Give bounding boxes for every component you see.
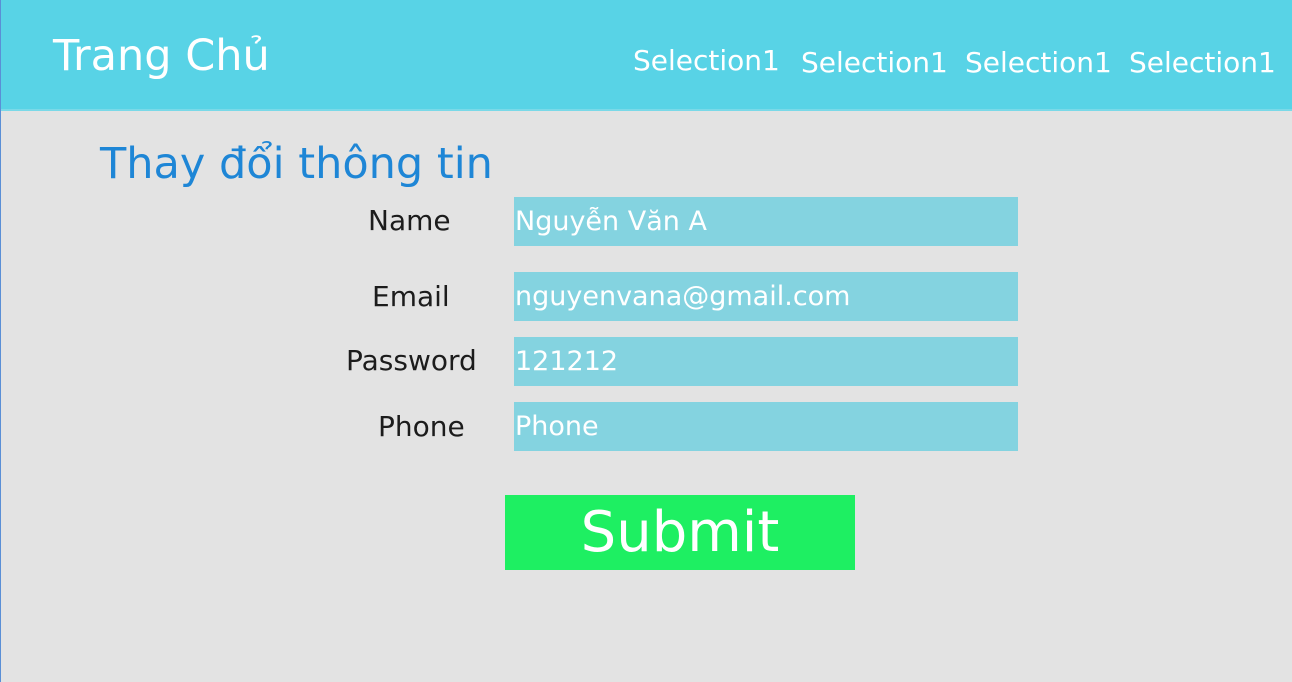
nav-item-selection-3[interactable]: Selection1: [965, 46, 1112, 80]
submit-button[interactable]: Submit: [505, 495, 855, 570]
phone-label: Phone: [378, 410, 465, 443]
nav-item-selection-1[interactable]: Selection1: [633, 44, 780, 78]
phone-field[interactable]: [514, 402, 1018, 451]
email-label: Email: [372, 280, 450, 313]
name-field[interactable]: [514, 197, 1018, 246]
email-field[interactable]: [514, 272, 1018, 321]
nav-item-selection-2[interactable]: Selection1: [801, 46, 948, 80]
top-header: Trang Chủ Selection1 Selection1 Selectio…: [1, 0, 1292, 111]
home-link[interactable]: Trang Chủ: [53, 30, 270, 82]
name-label: Name: [368, 204, 451, 237]
password-field[interactable]: [514, 337, 1018, 386]
password-label: Password: [346, 344, 477, 377]
nav-item-selection-4[interactable]: Selection1: [1129, 46, 1276, 80]
page-title: Thay đổi thông tin: [100, 139, 493, 189]
